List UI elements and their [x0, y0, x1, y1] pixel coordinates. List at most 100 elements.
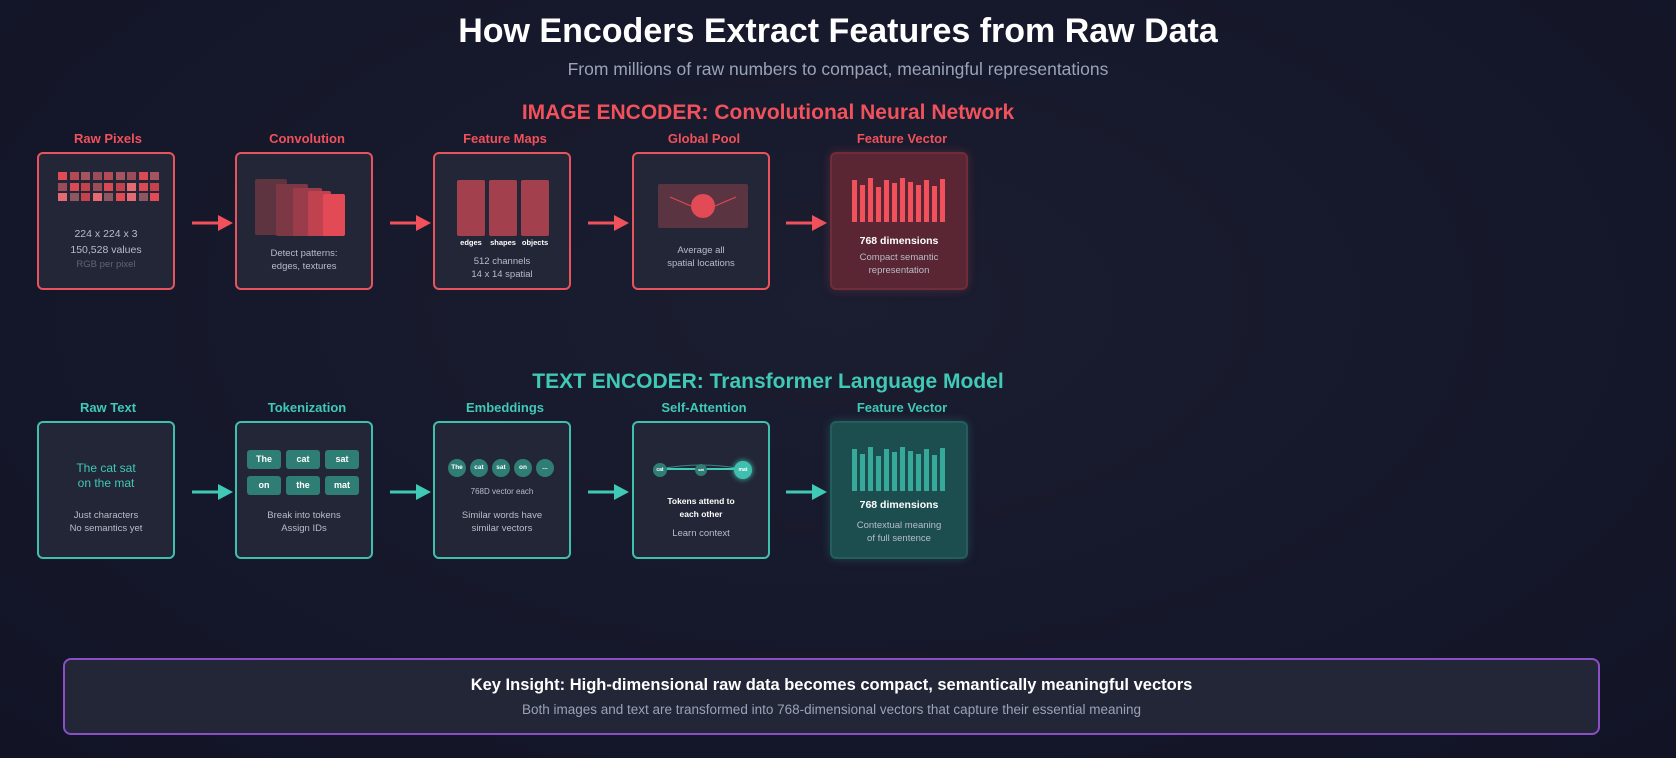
pixel-cell [127, 193, 136, 201]
conv-layer [323, 194, 345, 236]
pixel-cell [58, 182, 67, 191]
text-vector-desc-2: of full sentence [867, 533, 931, 544]
pixel-cell [104, 193, 113, 201]
stage-label-tokenization: Tokenization [267, 400, 347, 415]
raw-text-desc-2: No semantics yet [69, 523, 143, 534]
vector-bar [932, 455, 937, 491]
convolution-desc-2: edges, textures [271, 261, 337, 272]
raw-pixels-box: 224 x 224 x 3 150,528 values RGB per pix… [37, 152, 175, 290]
pixel-cell [150, 193, 159, 201]
embeddings-desc-1: Similar words have [461, 510, 543, 521]
pixel-cell [92, 172, 102, 180]
arrow-icon [390, 215, 431, 231]
text-feature-vector-box: 768 dimensions Contextual meaning of ful… [830, 421, 968, 559]
text-vector-dims: 768 dimensions [859, 499, 939, 511]
global-pool-desc-2: spatial locations [667, 258, 735, 269]
embeddings-box: The cat sat on ... 768D vector each Simi… [433, 421, 571, 559]
text-encoder-title: TEXT ENCODER: Transformer Language Model [532, 370, 1004, 393]
vector-bar [860, 185, 865, 222]
tokenization-box: The cat sat on the mat Break into tokens… [235, 421, 373, 559]
feature-map [489, 180, 517, 236]
feature-map-label-objects: objects [521, 238, 549, 247]
raw-pixels-note: RGB per pixel [76, 259, 136, 270]
global-pool-box: Average all spatial locations [632, 152, 770, 290]
page-title: How Encoders Extract Features from Raw D… [458, 12, 1218, 50]
pixel-cell [69, 182, 79, 191]
vector-bar [884, 180, 889, 222]
pixel-cell [138, 182, 148, 191]
feature-maps-channels: 512 channels [473, 256, 531, 267]
token: mat [325, 476, 359, 495]
token: cat [286, 450, 320, 469]
pixel-cell [115, 172, 125, 180]
embedding-node: cat [470, 459, 488, 477]
pixel-cell [138, 172, 148, 180]
stage-label-raw-text: Raw Text [79, 400, 137, 415]
vector-bar [860, 454, 865, 491]
key-insight-title: Key Insight: High-dimensional raw data b… [470, 676, 1193, 694]
convolution-desc-1: Detect patterns: [270, 248, 338, 259]
pixel-cell [138, 193, 148, 201]
arrow-icon [390, 484, 431, 500]
feature-maps-box: edges shapes objects 512 channels 14 x 1… [433, 152, 571, 290]
pixel-cell [69, 193, 79, 201]
page-subtitle: From millions of raw numbers to compact,… [567, 59, 1109, 79]
image-feature-vector-box: 768 dimensions Compact semantic represen… [830, 152, 968, 290]
image-vector-desc-1: Compact semantic [859, 252, 939, 263]
attention-node: mat [734, 461, 752, 479]
raw-text-sample-1: The cat sat [76, 461, 136, 475]
pixel-cell [69, 172, 79, 180]
self-attention-box: cat sat mat Tokens attend to each other … [632, 421, 770, 559]
feature-map [457, 180, 485, 236]
pixel-cell [127, 172, 136, 180]
raw-text-sample-2: on the mat [77, 476, 135, 490]
stage-label-global-pool: Global Pool [667, 131, 741, 146]
vector-bar [900, 178, 905, 222]
vector-bar [908, 451, 913, 491]
stage-label-embeddings: Embeddings [465, 400, 544, 415]
attention-node: sat [695, 464, 707, 476]
tokenization-desc-1: Break into tokens [267, 510, 341, 521]
global-pool-desc-1: Average all [677, 245, 725, 256]
pixel-cell [81, 182, 90, 191]
pooling-icon [658, 184, 748, 228]
pixel-cell [58, 172, 67, 180]
vector-bar [868, 447, 873, 491]
pixel-cell [115, 182, 125, 191]
pixel-cell [150, 182, 159, 191]
pixel-cell [104, 172, 113, 180]
feature-vector-bars [852, 447, 952, 491]
vector-bar [940, 179, 945, 222]
embeddings-desc-2: similar vectors [471, 523, 533, 534]
vector-bar [932, 186, 937, 222]
vector-bar [924, 449, 929, 491]
raw-pixels-count: 150,528 values [70, 244, 142, 256]
vector-bar [852, 449, 857, 491]
feature-map [521, 180, 549, 236]
arrow-icon [588, 484, 629, 500]
raw-pixels-dims: 224 x 224 x 3 [74, 228, 138, 240]
vector-bar [900, 447, 905, 491]
pixel-cell [127, 182, 136, 191]
arrow-icon [786, 484, 827, 500]
convolution-box: Detect patterns: edges, textures [235, 152, 373, 290]
pixel-cell [115, 193, 125, 201]
token: sat [325, 450, 359, 469]
embedding-node: The [448, 459, 466, 477]
vector-bar [908, 182, 913, 222]
arrow-icon [192, 215, 233, 231]
stage-label-convolution: Convolution [269, 131, 345, 146]
embedding-node: on [514, 459, 532, 477]
vector-bar [852, 180, 857, 222]
image-encoder-title: IMAGE ENCODER: Convolutional Neural Netw… [521, 101, 1015, 124]
image-vector-desc-2: representation [868, 265, 930, 276]
vector-bar [940, 448, 945, 491]
vector-bar [876, 456, 881, 491]
feature-vector-bars [852, 178, 952, 222]
embedding-node: sat [492, 459, 510, 477]
vector-bar [916, 185, 921, 222]
arrow-icon [192, 484, 233, 500]
stage-label-raw-pixels: Raw Pixels [74, 131, 142, 146]
vector-bar [884, 449, 889, 491]
raw-text-desc-1: Just characters [73, 510, 139, 521]
